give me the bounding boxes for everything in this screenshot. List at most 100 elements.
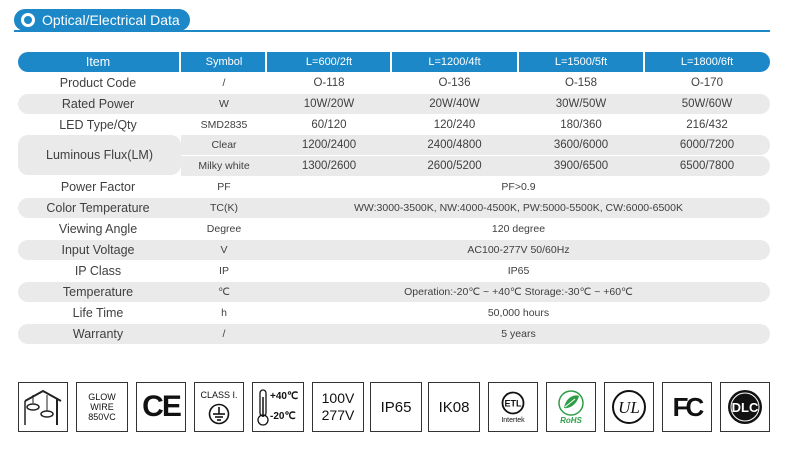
row-symbol: PF bbox=[217, 181, 231, 193]
thermometer-icon bbox=[257, 389, 269, 426]
header-divider bbox=[14, 30, 770, 32]
row-value: 50W/60W bbox=[681, 98, 733, 110]
ul-mark-icon: UL bbox=[604, 382, 654, 432]
row-item: Color Temperature bbox=[46, 201, 150, 215]
row-item: Power Factor bbox=[60, 180, 136, 194]
temp-low: -20℃ bbox=[270, 411, 296, 422]
section-header: Optical/Electrical Data bbox=[14, 9, 190, 31]
temp-high: +40℃ bbox=[270, 391, 299, 402]
table-row: Temperature ℃ Operation:-20℃ ~ +40℃ Stor… bbox=[18, 282, 770, 302]
row-item: IP Class bbox=[74, 264, 122, 278]
glow-wire-icon: GLOW WIRE 850VC bbox=[76, 382, 128, 432]
row-item: Warranty bbox=[72, 327, 124, 341]
row-value: WW:3000-3500K, NW:4000-4500K, PW:5000-55… bbox=[353, 202, 683, 214]
row-item: Input Voltage bbox=[61, 243, 135, 257]
ul-icon: UL bbox=[612, 390, 646, 424]
row-symbol: TC(K) bbox=[210, 202, 238, 214]
row-value: 1300/2600 bbox=[301, 160, 357, 172]
luminous-flux-label: Luminous Flux(LM) bbox=[18, 135, 181, 175]
row-value: 120/240 bbox=[433, 119, 476, 131]
table-row: Color Temperature TC(K) WW:3000-3500K, N… bbox=[18, 198, 770, 218]
row-value: PF>0.9 bbox=[501, 181, 536, 193]
voltage-line: 100V bbox=[321, 390, 355, 406]
section-title: Optical/Electrical Data bbox=[42, 12, 180, 28]
row-value: 50,000 hours bbox=[487, 307, 550, 319]
row-item: Rated Power bbox=[61, 97, 135, 111]
row-item: Life Time bbox=[72, 306, 124, 320]
header-item: Item bbox=[85, 55, 111, 69]
class-i-icon: CLASS I. bbox=[194, 382, 244, 432]
row-value: Operation:-20℃ ~ +40℃ Storage:-30℃ ~ +60… bbox=[404, 286, 633, 298]
table-row: Product Code / O-118 O-136 O-158 O-170 bbox=[18, 73, 770, 93]
dlc-icon: DLC bbox=[728, 390, 762, 424]
row-symbol: SMD2835 bbox=[200, 119, 248, 131]
table-row: Power Factor PF PF>0.9 bbox=[18, 177, 770, 197]
voltage-line: 277V bbox=[321, 407, 355, 423]
row-item: Product Code bbox=[59, 76, 137, 90]
header-1800: L=1800/6ft bbox=[680, 56, 734, 68]
row-symbol: W bbox=[219, 98, 229, 110]
rohs-leaf-icon bbox=[558, 389, 584, 416]
header-1500: L=1500/5ft bbox=[554, 56, 608, 68]
row-value: 30W/50W bbox=[555, 98, 607, 110]
table-row: Viewing Angle Degree 120 degree bbox=[18, 219, 770, 239]
voltage-icon: 100V 277V bbox=[312, 382, 364, 432]
header-600: L=600/2ft bbox=[305, 56, 353, 68]
row-item: LED Type/Qty bbox=[59, 118, 137, 132]
row-symbol: / bbox=[222, 328, 226, 340]
rohs-label: RoHS bbox=[560, 415, 582, 425]
svg-text:DLC: DLC bbox=[732, 400, 759, 415]
row-symbol: Degree bbox=[206, 223, 242, 235]
row-value: 1200/2400 bbox=[301, 139, 357, 151]
row-value: 5 years bbox=[501, 328, 536, 340]
row-symbol: Clear bbox=[211, 139, 237, 151]
row-value: 3900/6500 bbox=[553, 160, 609, 172]
table-row: IP Class IP IP65 bbox=[18, 261, 770, 281]
table-row: Rated Power W 10W/20W 20W/40W 30W/50W 50… bbox=[18, 94, 770, 114]
hanging-lamp-icon bbox=[18, 382, 68, 432]
table-row: Warranty / 5 years bbox=[18, 324, 770, 344]
row-value: 180/360 bbox=[560, 119, 602, 131]
row-symbol: ℃ bbox=[218, 286, 230, 298]
row-item: Viewing Angle bbox=[58, 222, 138, 236]
row-value: O-158 bbox=[565, 77, 597, 89]
rohs-icon: RoHS bbox=[546, 382, 596, 432]
row-symbol: V bbox=[220, 244, 228, 256]
intertek-label: Intertek bbox=[501, 416, 525, 424]
row-value: 6000/7200 bbox=[679, 139, 735, 151]
table-row: Life Time h 50,000 hours bbox=[18, 303, 770, 323]
header-1200: L=1200/4ft bbox=[428, 56, 481, 68]
row-item: Temperature bbox=[62, 285, 134, 299]
ip65-icon: IP65 bbox=[370, 382, 422, 432]
table-row: Milky white 1300/2600 2600/5200 3900/650… bbox=[181, 156, 770, 176]
table-row: LED Type/Qty SMD2835 60/120 120/240 180/… bbox=[18, 115, 770, 135]
row-symbol: Milky white bbox=[198, 160, 250, 172]
temperature-range-icon: +40℃ -20℃ bbox=[252, 382, 304, 432]
ground-symbol-icon bbox=[208, 403, 230, 424]
row-symbol: / bbox=[222, 77, 226, 89]
row-symbol: IP bbox=[219, 265, 229, 277]
header-symbol: Symbol bbox=[205, 56, 243, 68]
etl-icon: ETL bbox=[501, 391, 525, 414]
dlc-mark-icon: DLC bbox=[720, 382, 770, 432]
row-value: 10W/20W bbox=[303, 98, 355, 110]
table-row: Clear 1200/2400 2400/4800 3600/6000 6000… bbox=[181, 135, 770, 155]
glow-wire-line: GLOW bbox=[88, 392, 116, 402]
row-value: 60/120 bbox=[311, 119, 347, 131]
row-value: 216/432 bbox=[686, 119, 728, 131]
row-value: 120 degree bbox=[491, 223, 546, 235]
row-value: 2400/4800 bbox=[427, 139, 482, 151]
table-row: Input Voltage V AC100-277V 50/60Hz bbox=[18, 240, 770, 260]
class-label: CLASS I. bbox=[200, 389, 238, 400]
svg-text:ETL: ETL bbox=[505, 398, 523, 408]
glow-wire-line: 850VC bbox=[88, 412, 116, 422]
row-value: O-136 bbox=[438, 77, 471, 89]
row-value: AC100-277V 50/60Hz bbox=[467, 244, 570, 256]
ik08-icon: IK08 bbox=[428, 382, 480, 432]
svg-text:UL: UL bbox=[618, 398, 640, 417]
row-value: O-170 bbox=[691, 77, 723, 89]
ce-mark-icon: CE bbox=[136, 382, 186, 432]
glow-wire-line: WIRE bbox=[90, 402, 114, 412]
row-value: IP65 bbox=[507, 265, 530, 277]
table-header-row: Item Symbol L=600/2ft L=1200/4ft L=1500/… bbox=[18, 52, 770, 72]
